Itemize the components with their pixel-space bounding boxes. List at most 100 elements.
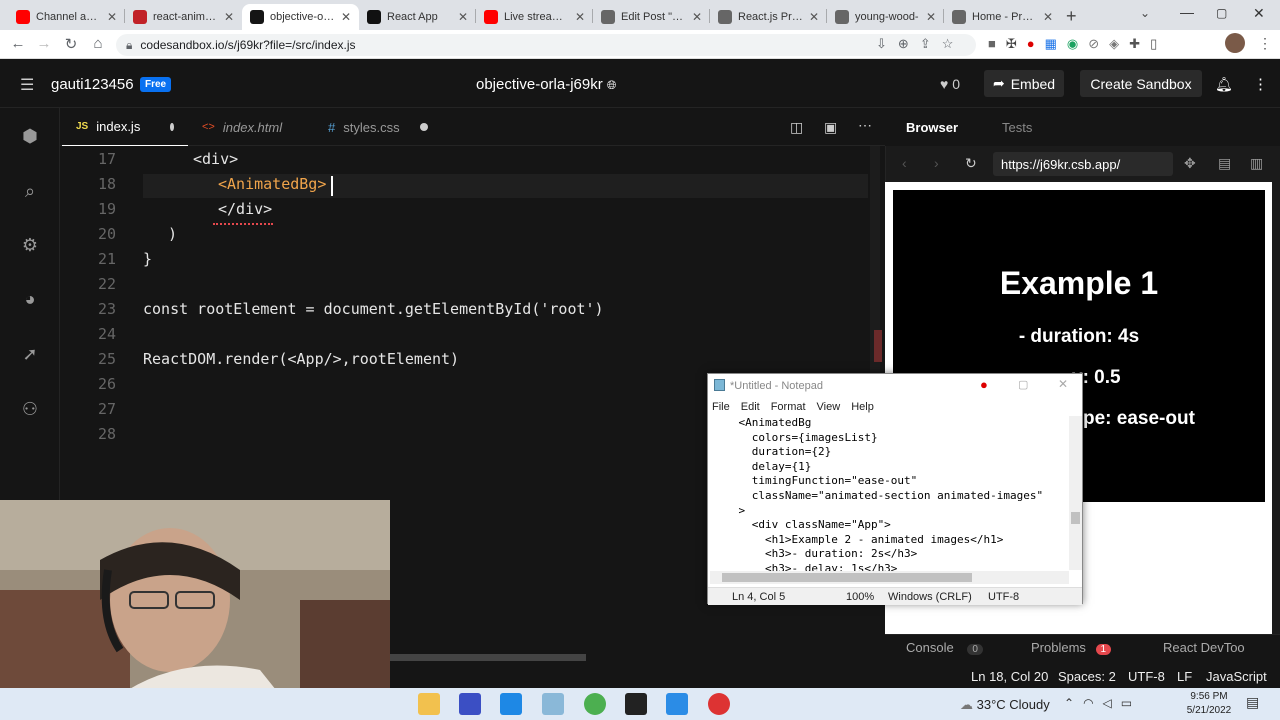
search-icon[interactable]: ⌕ — [18, 179, 42, 203]
new-tab-button[interactable]: + — [1066, 6, 1077, 27]
username[interactable]: gauti123456 — [51, 76, 134, 93]
project-title[interactable]: objective-orla-j69kr 🌐︎ — [476, 76, 617, 93]
console-tab[interactable]: Console 0 — [906, 640, 983, 655]
live-users-icon[interactable]: ⚇ — [18, 397, 42, 421]
extensions-tray[interactable]: ■ ✠ ● ▦ ◉ ⊘ ◈ ✚ ▯ — [988, 36, 1157, 52]
notepad-text-area[interactable]: <AnimatedBg colors={imagesList} duration… — [712, 416, 1072, 574]
split-view-icon[interactable]: ◫ — [790, 119, 803, 136]
tab-index-html[interactable]: <> index.html — [188, 108, 300, 146]
back-icon[interactable]: ← — [8, 35, 28, 52]
profile-avatar[interactable] — [1225, 33, 1245, 53]
visual-app-icon[interactable] — [459, 693, 481, 715]
menu-format[interactable]: Format — [771, 401, 806, 413]
weather-widget[interactable]: ☁ 33°C Cloudy — [960, 697, 1050, 713]
chrome-menu-icon[interactable]: ⋮ — [1258, 35, 1272, 52]
cursor-position[interactable]: Ln 18, Col 20 — [971, 669, 1048, 684]
github-icon[interactable]: ◕ — [18, 287, 42, 311]
install-icon[interactable]: ⇩ — [876, 36, 887, 52]
system-tray[interactable]: ⌃ ◠ ◁ ▭ — [1064, 696, 1132, 710]
code-line[interactable]: const rootElement = document.getElementB… — [143, 300, 604, 318]
preview-url-field[interactable]: https://j69kr.csb.app/ — [993, 152, 1173, 176]
menu-view[interactable]: View — [817, 401, 841, 413]
wifi-icon[interactable]: ◠ — [1083, 696, 1093, 710]
code-line[interactable]: <AnimatedBg> — [218, 175, 326, 193]
notepad-vscrollbar[interactable] — [1069, 416, 1082, 570]
tab-tests[interactable]: Tests — [1002, 120, 1032, 135]
close-tab-icon[interactable]: ✕ — [692, 10, 702, 24]
battery-icon[interactable]: ▭ — [1121, 696, 1132, 710]
terminal-taskbar-icon[interactable] — [625, 693, 647, 715]
notepad-close-button[interactable]: ✕ — [1058, 377, 1068, 391]
indent-setting[interactable]: Spaces: 2 — [1058, 669, 1116, 684]
bookmark-star-icon[interactable]: ☆ — [942, 36, 954, 52]
close-tab-icon[interactable]: ✕ — [224, 10, 234, 24]
browser-tab[interactable]: young-wood- ✕ — [827, 4, 944, 30]
notepad-maximize-button[interactable]: ▢ — [1018, 378, 1028, 391]
minimize-button[interactable]: — — [1180, 4, 1194, 20]
preview-refresh-icon[interactable]: ↻ — [965, 155, 977, 172]
ext-1-icon[interactable]: ■ — [988, 36, 996, 52]
maximize-button[interactable]: ▢ — [1216, 6, 1227, 20]
browser-tab[interactable]: React App ✕ — [359, 4, 476, 30]
close-tab-icon[interactable]: ✕ — [809, 10, 819, 24]
browser-tab[interactable]: Live streaming ✕ — [476, 4, 593, 30]
record-app-icon[interactable] — [708, 693, 730, 715]
close-tab-icon[interactable]: ✕ — [1043, 10, 1053, 24]
preview-forward-icon[interactable]: › — [934, 155, 939, 171]
ext-block-icon[interactable]: ⊘ — [1088, 36, 1099, 52]
notification-center-icon[interactable]: ▤ — [1246, 694, 1259, 711]
browser-tab[interactable]: objective-orla ✕ — [242, 4, 359, 30]
notepad-vscroll-thumb[interactable] — [1071, 512, 1080, 524]
preview-back-icon[interactable]: ‹ — [902, 155, 907, 171]
hamburger-menu-icon[interactable]: ☰ — [20, 75, 34, 95]
embed-button[interactable]: ➦ Embed — [984, 70, 1064, 97]
problems-tab[interactable]: Problems 1 — [1031, 640, 1112, 655]
browser-tab[interactable]: react-animate ✕ — [125, 4, 242, 30]
browser-tab[interactable]: Channel analy ✕ — [8, 4, 125, 30]
browser-tab[interactable]: Edit Post "Rea ✕ — [593, 4, 710, 30]
deploy-rocket-icon[interactable]: ➚ — [18, 342, 42, 366]
settings-gear-icon[interactable]: ⚙ — [18, 233, 42, 257]
browser-tab[interactable]: Home - ProCo ✕ — [944, 4, 1061, 30]
tab-search-icon[interactable]: ⌄ — [1140, 6, 1150, 20]
extensions-puzzle-icon[interactable]: ✚ — [1129, 36, 1140, 52]
preview-toggle-icon[interactable]: ▣ — [824, 119, 837, 136]
notepad-hscroll-thumb[interactable] — [722, 573, 972, 582]
browser-tab[interactable]: React.js Proje ✕ — [710, 4, 827, 30]
ext-signal-icon[interactable]: ◉ — [1067, 36, 1078, 52]
file-explorer-icon[interactable] — [418, 693, 440, 715]
vscode-taskbar-icon[interactable] — [666, 693, 688, 715]
close-tab-icon[interactable]: ✕ — [926, 10, 936, 24]
extension-icons[interactable]: ⇩ ⊕ ⇪ ☆ — [876, 36, 953, 52]
notepad-window[interactable]: *Untitled - Notepad ● ▢ ✕ File Edit Form… — [707, 373, 1083, 605]
menu-edit[interactable]: Edit — [741, 401, 760, 413]
forward-icon[interactable]: → — [34, 35, 54, 52]
language-mode[interactable]: JavaScript — [1206, 669, 1267, 684]
tab-browser[interactable]: Browser — [906, 120, 958, 135]
volume-icon[interactable]: ◁ — [1103, 696, 1112, 710]
clock[interactable]: 9:56 PM 5/21/2022 — [1182, 690, 1236, 718]
create-sandbox-button[interactable]: Create Sandbox — [1080, 70, 1202, 97]
file-encoding[interactable]: UTF-8 — [1128, 669, 1165, 684]
close-tab-icon[interactable]: ✕ — [107, 10, 117, 24]
line-ending[interactable]: LF — [1177, 669, 1192, 684]
open-new-window-icon[interactable]: ▤ — [1218, 155, 1231, 172]
ext-grid-icon[interactable]: ▦ — [1045, 36, 1057, 52]
reload-icon[interactable]: ↻ — [61, 35, 81, 53]
camera-app-icon[interactable] — [500, 693, 522, 715]
home-icon[interactable]: ⌂ — [88, 35, 108, 52]
close-tab-icon[interactable]: ✕ — [458, 10, 468, 24]
responsive-view-icon[interactable]: ✥ — [1184, 155, 1196, 172]
tray-chevron-icon[interactable]: ⌃ — [1064, 696, 1074, 710]
tab-index-js[interactable]: JS index.js — [62, 108, 188, 146]
close-window-button[interactable]: ✕ — [1253, 5, 1265, 22]
close-tab-icon[interactable]: ✕ — [341, 10, 351, 24]
menu-file[interactable]: File — [712, 401, 730, 413]
ext-tools-icon[interactable]: ✠ — [1006, 36, 1017, 52]
code-line[interactable]: ReactDOM.render(<App/>,rootElement) — [143, 350, 459, 368]
react-devtools-tab[interactable]: React DevToo — [1163, 640, 1245, 655]
like-button[interactable]: ♥ 0 — [940, 76, 960, 92]
project-cube-icon[interactable]: ⬢ — [18, 124, 42, 148]
menu-help[interactable]: Help — [851, 401, 874, 413]
ext-opera-icon[interactable]: ● — [1027, 36, 1035, 52]
